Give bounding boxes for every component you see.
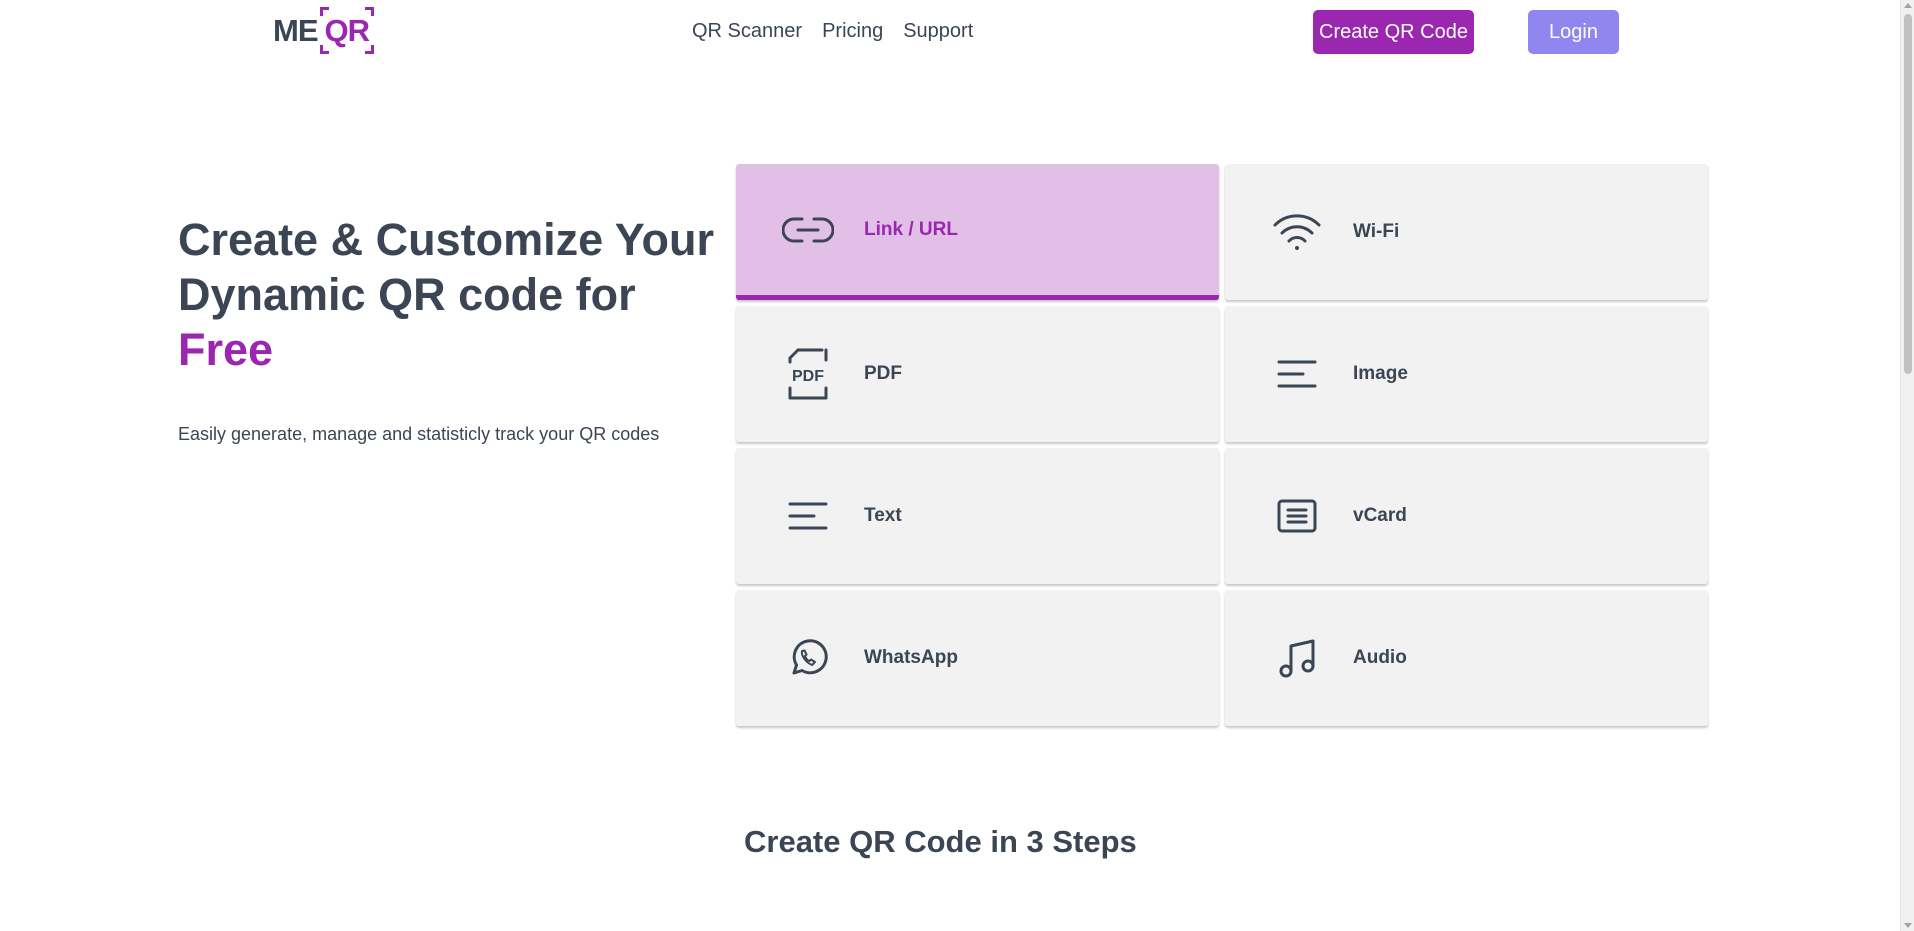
svg-text:PDF: PDF (792, 368, 824, 385)
hero-title: Create & Customize Your Dynamic QR code … (178, 212, 738, 377)
type-card-label: Wi-Fi (1353, 221, 1400, 242)
type-card-pdf[interactable]: PDF PDF (736, 306, 1219, 442)
lines-icon (782, 490, 834, 542)
page: ME QR QR Scanner Pricing Support Create … (0, 0, 1914, 931)
pdf-icon: PDF (782, 348, 834, 400)
type-card-image[interactable]: Image (1225, 306, 1708, 442)
create-qr-code-button[interactable]: Create QR Code (1313, 10, 1474, 54)
logo[interactable]: ME QR (273, 6, 374, 55)
vcard-icon (1271, 490, 1323, 542)
type-card-label: PDF (864, 363, 902, 384)
qr-type-grid: Link / URL Wi-Fi PDF PDF Image Text vCar… (736, 164, 1708, 726)
lines-icon (1271, 348, 1323, 400)
nav-pricing[interactable]: Pricing (822, 20, 883, 43)
type-card-label: Link / URL (864, 218, 958, 240)
type-card-label: Text (864, 505, 902, 526)
nav-support[interactable]: Support (903, 20, 973, 43)
type-card-link-url[interactable]: Link / URL (736, 164, 1219, 300)
type-card-text[interactable]: Text (736, 448, 1219, 584)
type-card-whatsapp[interactable]: WhatsApp (736, 590, 1219, 726)
type-card-audio[interactable]: Audio (1225, 590, 1708, 726)
whatsapp-icon (782, 632, 834, 684)
scroll-down-arrow-icon[interactable] (1904, 923, 1912, 928)
hero-subtitle: Easily generate, manage and statisticly … (178, 424, 660, 444)
type-card-vcard[interactable]: vCard (1225, 448, 1708, 584)
nav-qr-scanner[interactable]: QR Scanner (692, 20, 802, 43)
link-icon (782, 204, 834, 256)
hero-title-accent: Free (178, 324, 274, 375)
type-card-label: WhatsApp (864, 647, 958, 668)
login-button[interactable]: Login (1528, 10, 1619, 54)
type-card-label: Audio (1353, 647, 1407, 668)
music-note-icon (1271, 632, 1323, 684)
hero-title-text: Create & Customize Your Dynamic QR code … (178, 214, 714, 320)
type-card-label: vCard (1353, 505, 1407, 526)
type-card-wifi[interactable]: Wi-Fi (1225, 164, 1708, 300)
logo-text-me: ME (273, 12, 318, 48)
logo-qr-frame: QR (319, 6, 374, 55)
main-nav: QR Scanner Pricing Support (692, 20, 973, 43)
logo-text-qr: QR (324, 12, 370, 48)
page-scrollbar[interactable] (1900, 0, 1914, 931)
wifi-icon (1271, 206, 1323, 258)
scroll-up-arrow-icon[interactable] (1904, 3, 1912, 8)
type-card-label: Image (1353, 363, 1408, 384)
scrollbar-thumb[interactable] (1904, 14, 1912, 374)
steps-section-title: Create QR Code in 3 Steps (744, 824, 1137, 859)
